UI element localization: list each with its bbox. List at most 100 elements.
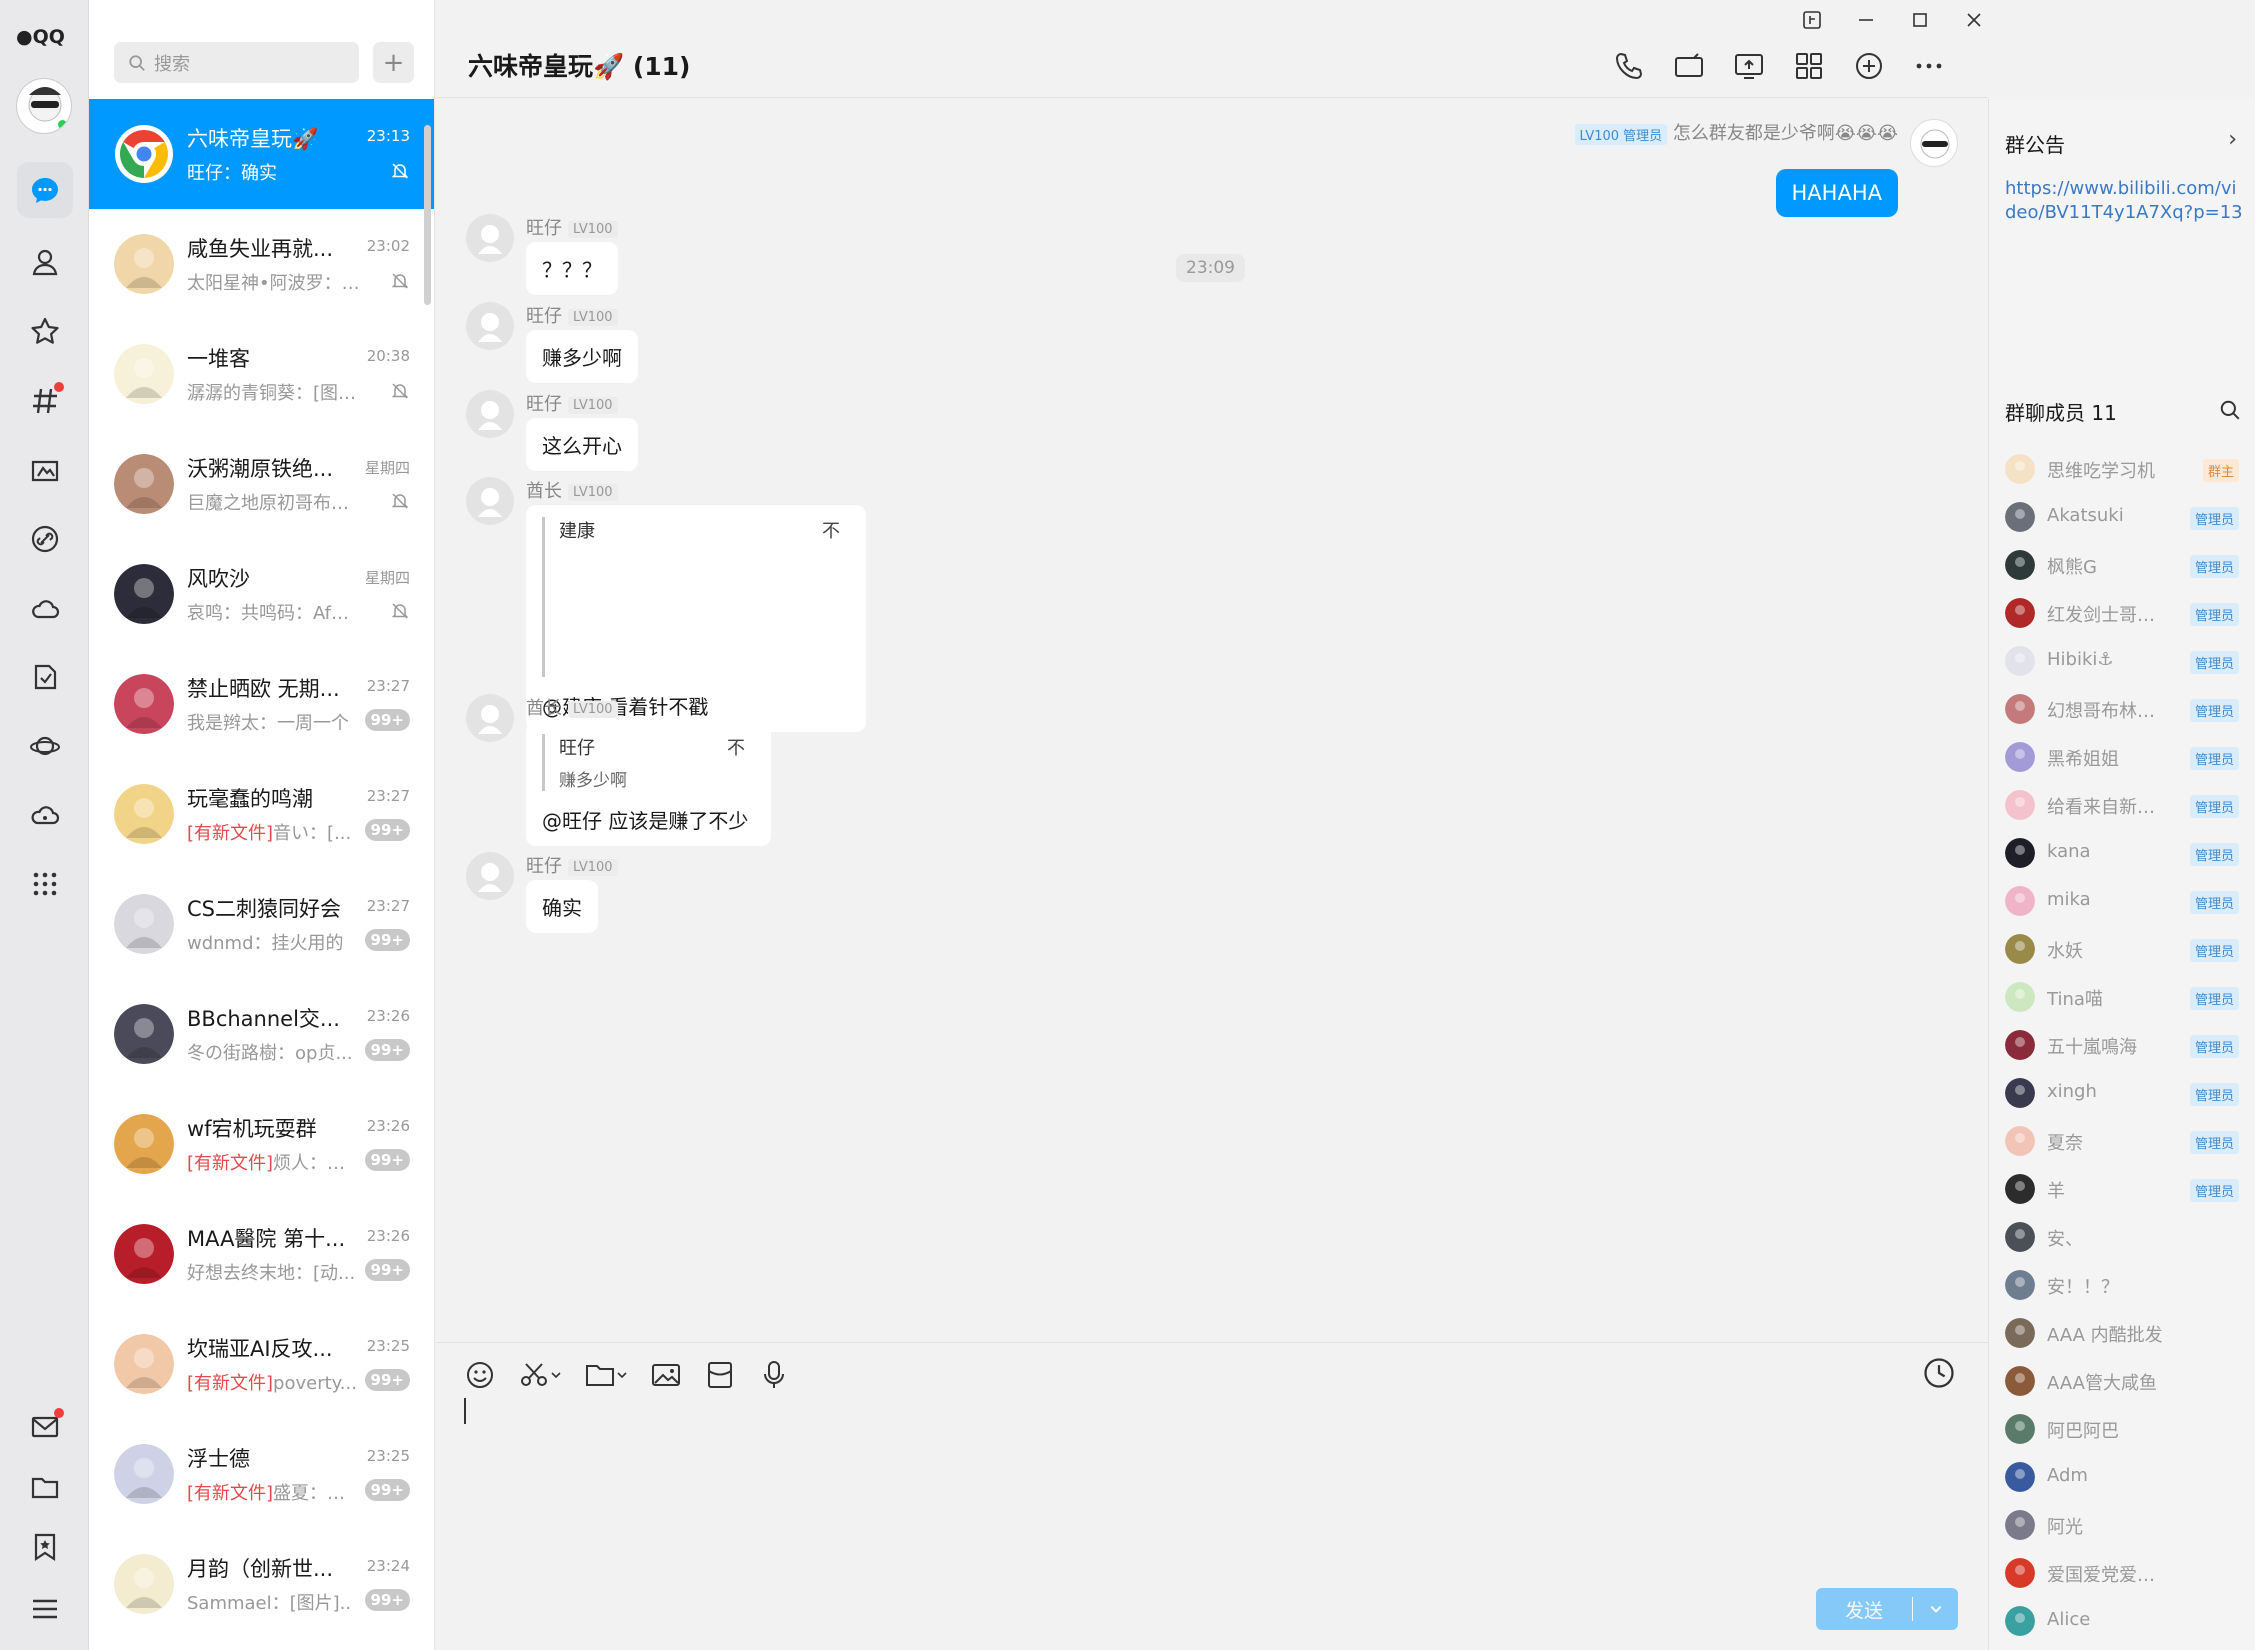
member-item[interactable]: 给看来自新世... 管理员 xyxy=(2005,788,2245,822)
list-scrollbar[interactable] xyxy=(424,125,431,305)
nav-bookmarks[interactable] xyxy=(24,1526,66,1568)
nav-messages[interactable] xyxy=(17,162,73,218)
message-bubble[interactable]: ？？？ xyxy=(526,242,618,295)
quote-jump-icon[interactable]: 不 xyxy=(822,517,840,543)
sender-avatar[interactable] xyxy=(466,694,514,742)
voice-button[interactable] xyxy=(758,1355,790,1395)
red-packet-button[interactable] xyxy=(704,1355,736,1395)
member-item[interactable]: Adm xyxy=(2005,1460,2245,1494)
member-item[interactable]: xingh 管理员 xyxy=(2005,1076,2245,1110)
conversation-item[interactable]: MAA醫院 第十... 23:26 好想去终末地：[动... 99+ xyxy=(89,1199,434,1309)
minimize-button[interactable] xyxy=(1852,8,1880,32)
member-item[interactable]: Akatsuki 管理员 xyxy=(2005,500,2245,534)
nav-menu[interactable] xyxy=(24,1588,66,1630)
nav-more-apps[interactable] xyxy=(24,863,66,905)
conversation-item[interactable]: 玩毫蠢的鸣潮 23:27 [有新文件]音い：[... 99+ xyxy=(89,759,434,869)
conversation-item[interactable]: BBchannel交... 23:26 冬の街路樹：op贞... 99+ xyxy=(89,979,434,1089)
search-icon[interactable] xyxy=(2219,399,2241,421)
own-avatar[interactable] xyxy=(1910,119,1958,167)
conversation-item[interactable]: 一堆客 20:38 潺潺的青铜葵：[图片] xyxy=(89,319,434,429)
close-button[interactable] xyxy=(1960,8,1988,32)
member-item[interactable]: Hibiki⚓ 管理员 xyxy=(2005,644,2245,678)
conversation-item[interactable]: 月韵（创新世... 23:24 Sammael：[图片].. 99+ xyxy=(89,1529,434,1639)
send-options-button[interactable] xyxy=(1913,1602,1958,1616)
pin-window-button[interactable] xyxy=(1798,8,1826,32)
message-bubble[interactable]: 赚多少啊 xyxy=(526,330,638,383)
nav-channels[interactable] xyxy=(24,380,66,422)
sender-avatar[interactable] xyxy=(466,214,514,262)
search-box[interactable]: 搜索 xyxy=(114,42,359,83)
member-item[interactable]: 爱国爱党爱人民 xyxy=(2005,1556,2245,1590)
conversation-item[interactable]: 六味帝皇玩🚀 23:13 旺仔：确实 xyxy=(89,99,434,209)
member-item[interactable]: kana 管理员 xyxy=(2005,836,2245,870)
nav-docs[interactable] xyxy=(24,656,66,698)
member-item[interactable]: mika 管理员 xyxy=(2005,884,2245,918)
voice-call-button[interactable] xyxy=(1610,47,1648,85)
own-message-bubble[interactable]: HAHAHA xyxy=(1775,169,1898,217)
quoted-reply[interactable]: 旺仔 赚多少啊 不 xyxy=(542,734,755,791)
member-item[interactable]: 五十嵐鳴海 管理员 xyxy=(2005,1028,2245,1062)
conversation-item[interactable]: wf宕机玩耍群 23:26 [有新文件]烦人：阿... 99+ xyxy=(89,1089,434,1199)
apps-button[interactable] xyxy=(1790,47,1828,85)
message-bubble[interactable]: 这么开心 xyxy=(526,418,638,471)
sender-avatar[interactable] xyxy=(466,852,514,900)
history-clock-icon[interactable] xyxy=(1921,1355,1957,1391)
message-bubble[interactable]: 确实 xyxy=(526,880,598,933)
quoted-reply[interactable]: 建康 不 xyxy=(542,517,850,677)
user-avatar[interactable] xyxy=(16,78,72,134)
conversation-item[interactable]: 咸鱼失业再就... 23:02 太阳星神•阿波罗：被... xyxy=(89,209,434,319)
add-button[interactable]: + xyxy=(373,42,414,83)
screenshot-button[interactable] xyxy=(518,1355,562,1395)
conversation-item[interactable]: 沃粥潮原铁绝... 星期四巨魔之地原初哥布林：... xyxy=(89,429,434,539)
group-notice-link[interactable]: https://www.bilibili.com/video/BV11T4y1A… xyxy=(2005,177,2245,225)
member-item[interactable]: 阿巴阿巴 xyxy=(2005,1412,2245,1446)
nav-files[interactable] xyxy=(24,1466,66,1508)
conversation-item[interactable]: 风吹沙 星期四哀鸣：共鸣码：AfQiJA... xyxy=(89,539,434,649)
video-call-button[interactable] xyxy=(1670,47,1708,85)
nav-weather[interactable] xyxy=(24,587,66,629)
member-item[interactable]: 羊 管理员 xyxy=(2005,1172,2245,1206)
member-item[interactable]: AAA管大咸鱼 xyxy=(2005,1364,2245,1398)
member-item[interactable]: 水妖 管理员 xyxy=(2005,932,2245,966)
add-member-button[interactable] xyxy=(1850,47,1888,85)
member-item[interactable]: 枫熊G 管理员 xyxy=(2005,548,2245,582)
conversation-item[interactable]: 坎瑞亚AI反攻... 23:25 [有新文件]poverty... 99+ xyxy=(89,1309,434,1419)
more-button[interactable] xyxy=(1910,47,1948,85)
member-item[interactable]: 黑希姐姐 管理员 xyxy=(2005,740,2245,774)
member-item[interactable]: Alice xyxy=(2005,1604,2245,1638)
sender-avatar[interactable] xyxy=(466,477,514,525)
member-item[interactable]: 安！！？ xyxy=(2005,1268,2245,1302)
sender-avatar[interactable] xyxy=(466,390,514,438)
nav-planet[interactable] xyxy=(24,725,66,767)
conversation-item[interactable]: 浮士德 23:25 [有新文件]盛夏：正... 99+ xyxy=(89,1419,434,1529)
chevron-right-icon[interactable]: › xyxy=(2228,127,2237,152)
screen-share-button[interactable] xyxy=(1730,47,1768,85)
file-button[interactable] xyxy=(584,1355,628,1395)
image-button[interactable] xyxy=(650,1355,682,1395)
member-item[interactable]: 安、 xyxy=(2005,1220,2245,1254)
member-avatar xyxy=(2005,1222,2035,1252)
message-bubble[interactable]: 旺仔 赚多少啊 不 @旺仔 应该是赚了不少 xyxy=(526,722,771,846)
nav-contacts[interactable] xyxy=(24,241,66,283)
member-item[interactable]: 夏奈 管理员 xyxy=(2005,1124,2245,1158)
nav-cloud[interactable] xyxy=(24,794,66,836)
emoji-button[interactable] xyxy=(464,1355,496,1395)
nav-favorites[interactable] xyxy=(24,311,66,353)
member-item[interactable]: 红发剑士哥布... 管理员 xyxy=(2005,596,2245,630)
text-caret[interactable] xyxy=(464,1398,466,1424)
nav-games[interactable] xyxy=(24,449,66,491)
member-item[interactable]: 思维吃学习机 群主 xyxy=(2005,452,2245,486)
conversation-item[interactable]: 禁止晒欧 无期... 23:27 我是辫太：一周一个 99+ xyxy=(89,649,434,759)
nav-mail[interactable] xyxy=(24,1406,66,1448)
conversation-item[interactable]: CS二刺猿同好会 23:27 wdnmd：挂火用的 99+ xyxy=(89,869,434,979)
send-button[interactable]: 发送 xyxy=(1816,1588,1958,1630)
member-item[interactable]: Tina喵 管理员 xyxy=(2005,980,2245,1014)
member-item[interactable]: AAA 内酷批发 xyxy=(2005,1316,2245,1350)
nav-link[interactable] xyxy=(24,518,66,560)
sender-avatar[interactable] xyxy=(466,302,514,350)
maximize-button[interactable] xyxy=(1906,8,1934,32)
quote-jump-icon[interactable]: 不 xyxy=(727,734,745,760)
member-item[interactable]: 幻想哥布林丶... 管理员 xyxy=(2005,692,2245,726)
conversation-time: 23:27 xyxy=(366,677,410,695)
member-item[interactable]: 阿光 xyxy=(2005,1508,2245,1542)
